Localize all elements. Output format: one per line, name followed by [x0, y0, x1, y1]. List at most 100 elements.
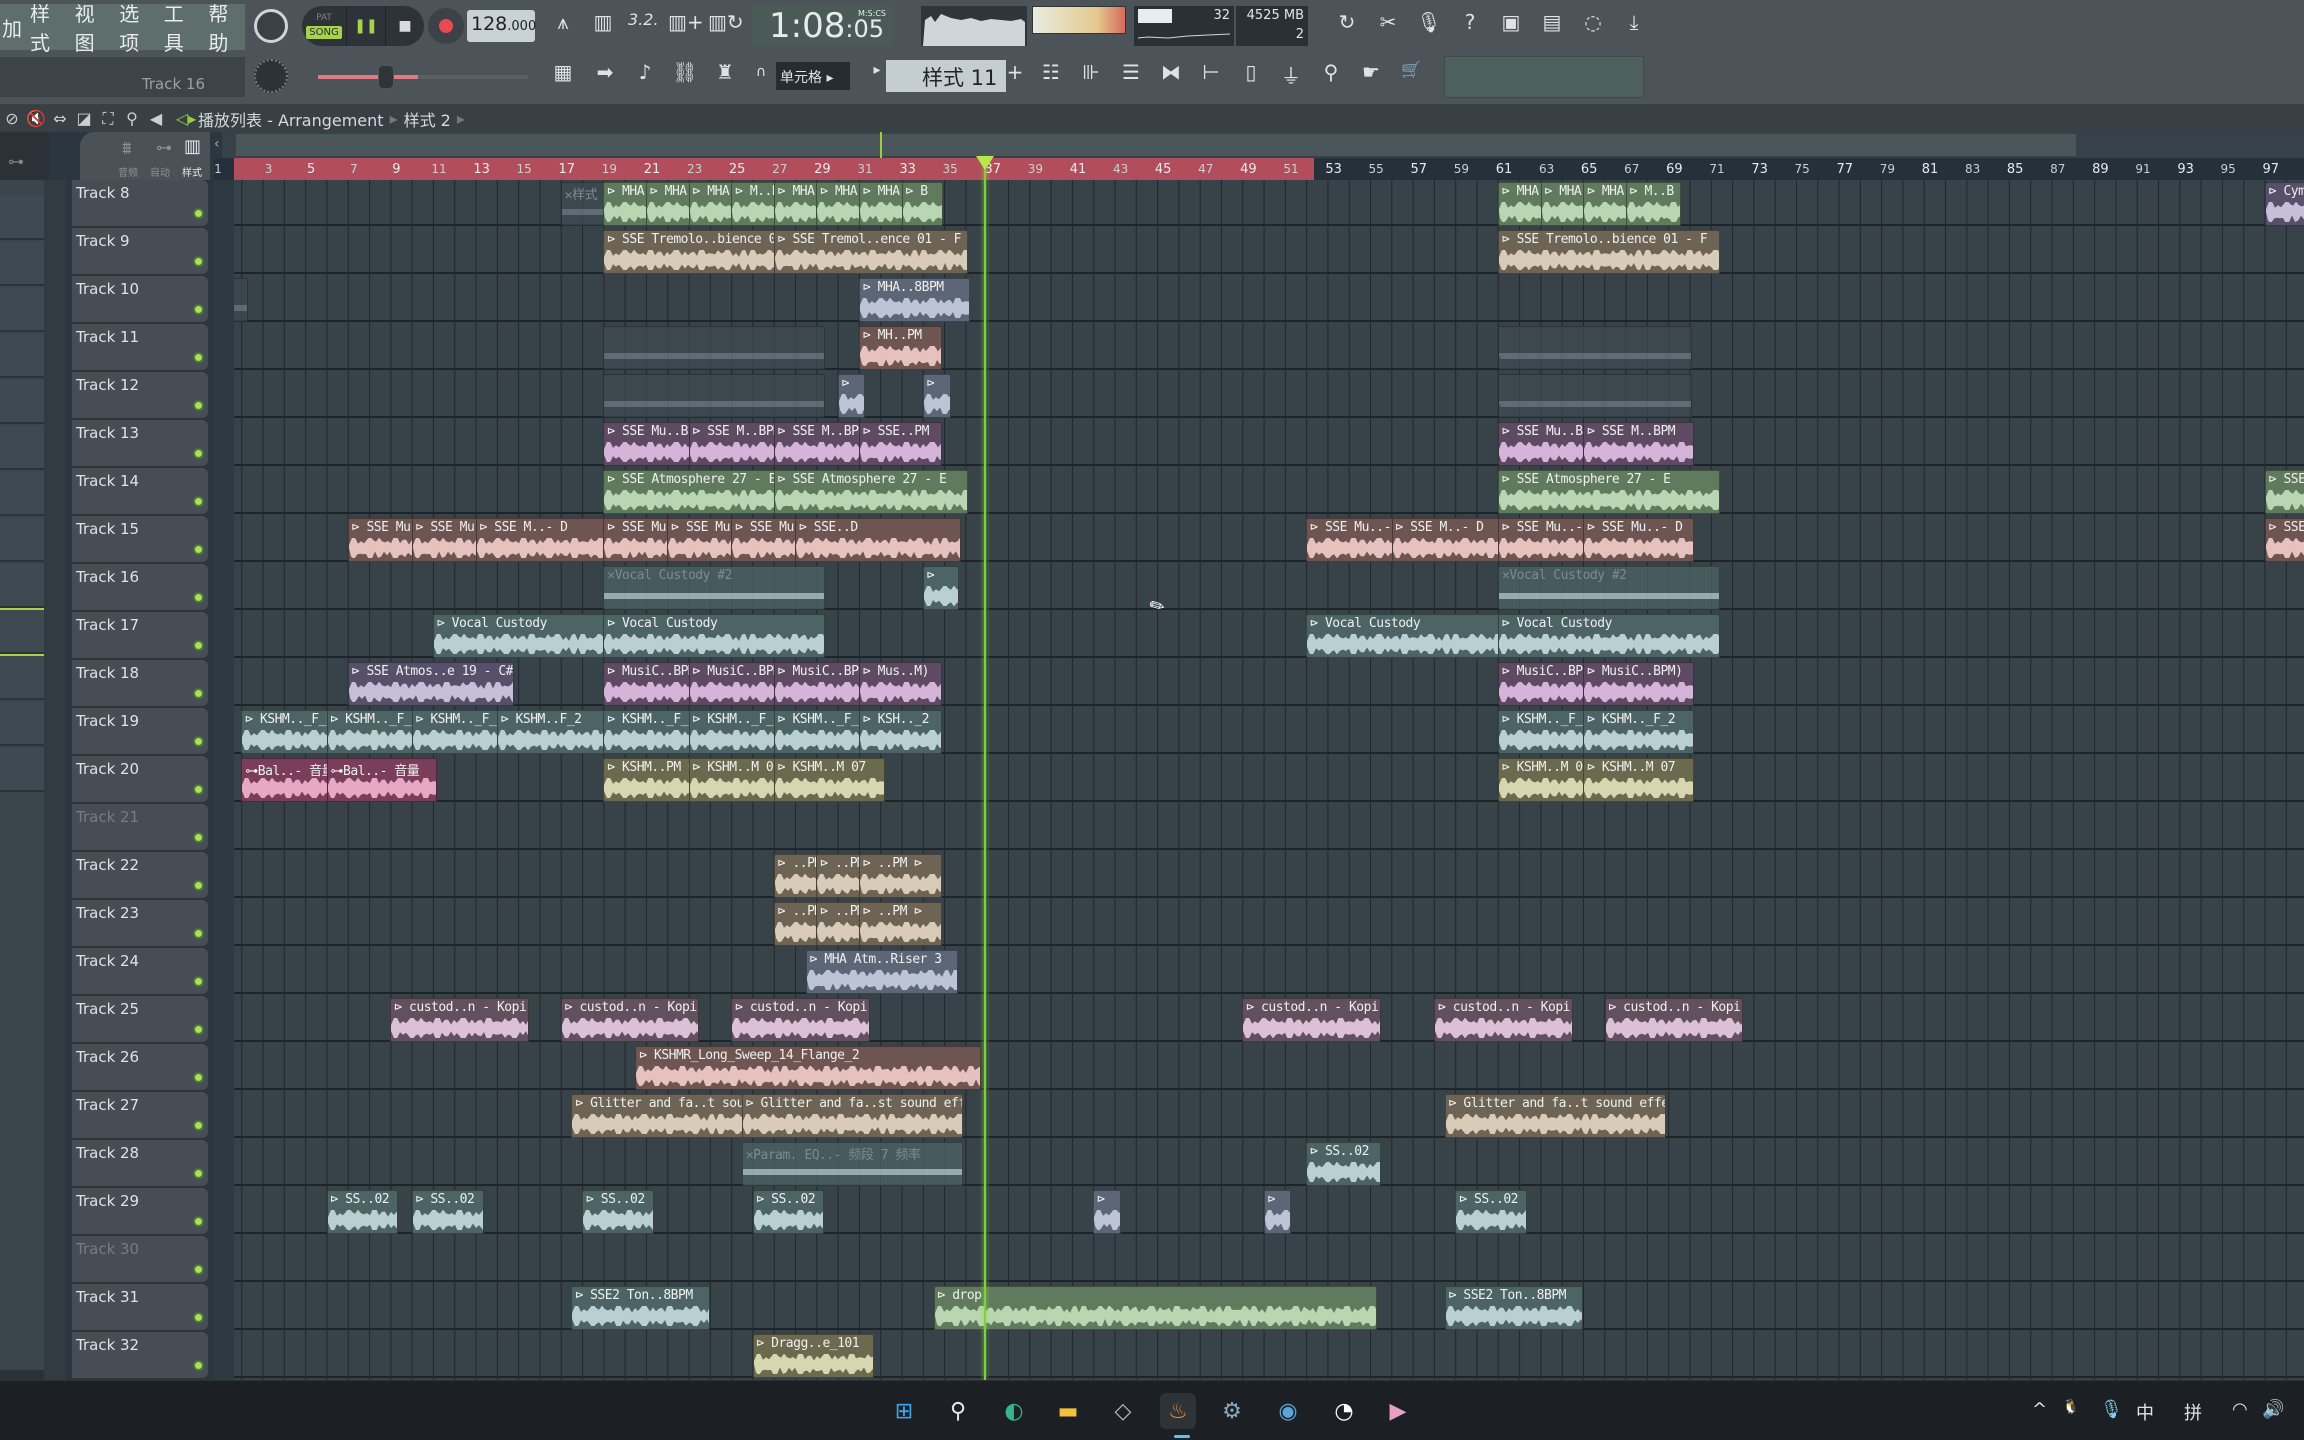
track-header[interactable]: Track 25: [72, 996, 208, 1043]
track-name[interactable]: Track 20: [76, 760, 139, 778]
track-header[interactable]: Track 32: [72, 1332, 208, 1379]
playlist-crumb[interactable]: 样式 2: [404, 107, 451, 131]
piano-roll-icon[interactable]: ▦: [548, 60, 578, 84]
clip[interactable]: ⊳ custod..n - Kopi: [1242, 998, 1381, 1042]
track-name[interactable]: Track 9: [76, 232, 130, 250]
track-header[interactable]: Track 13: [72, 420, 208, 467]
windows-start-icon[interactable]: ⊞: [886, 1393, 922, 1429]
track-name[interactable]: Track 14: [76, 472, 139, 490]
pattern-clip-icon[interactable]: ▥: [184, 136, 201, 157]
clip[interactable]: ✕Param. EQ..- 频段 7 频率: [741, 1142, 964, 1186]
track-header[interactable]: Track 18: [72, 660, 208, 707]
clip[interactable]: ⊳ MusiC..BPM): [1583, 662, 1694, 706]
clip[interactable]: [603, 326, 825, 370]
link-icon[interactable]: ⛓: [670, 60, 700, 84]
step-icon[interactable]: ♪: [630, 60, 660, 84]
track-header[interactable]: Track 19: [72, 708, 208, 755]
track-name[interactable]: Track 8: [76, 184, 130, 202]
track-mute-led[interactable]: [193, 1360, 204, 1371]
clip[interactable]: ⊳ ..PM ⊳: [859, 854, 943, 898]
pattern-thumbnail[interactable]: [0, 564, 44, 608]
clip[interactable]: ⊳ Dragg..e_101: [752, 1334, 875, 1378]
track-mute-led[interactable]: [193, 640, 204, 651]
clip[interactable]: ⊳ SS..02: [752, 1190, 825, 1234]
track-mute-led[interactable]: [193, 352, 204, 363]
pattern-thumbnail[interactable]: [0, 334, 44, 378]
track-mute-led[interactable]: [193, 592, 204, 603]
ime-pinyin-indicator[interactable]: 拼: [2184, 1399, 2202, 1425]
step-edit-icon[interactable]: ▥+: [668, 10, 704, 34]
countdown-icon[interactable]: 3.2.: [628, 10, 659, 29]
master-volume-knob[interactable]: [254, 9, 288, 43]
add-pattern-icon[interactable]: +: [1000, 60, 1030, 84]
clip[interactable]: [603, 374, 825, 418]
menu-view[interactable]: 视图: [75, 0, 112, 56]
menu-options[interactable]: 选项: [119, 0, 156, 56]
playback-icon[interactable]: ◀: [144, 109, 168, 128]
track-name[interactable]: Track 21: [76, 808, 139, 826]
render-icon[interactable]: ▤: [1537, 10, 1567, 34]
clip[interactable]: ⊳ SSE Atmosphere 27 - E: [773, 470, 968, 514]
record-button[interactable]: [428, 8, 464, 44]
track-name[interactable]: Track 32: [76, 1336, 139, 1354]
master-pitch-knob[interactable]: [254, 59, 288, 93]
magnet-icon[interactable]: ∩: [746, 64, 776, 80]
clip[interactable]: ⊳ SSE..PM: [859, 422, 943, 466]
edge-icon[interactable]: ◐: [996, 1393, 1032, 1429]
track-header[interactable]: Track 17: [72, 612, 208, 659]
obs-icon[interactable]: ◔: [1326, 1393, 1362, 1429]
clip[interactable]: ⊳ SSE2 Ton..8BPM: [1444, 1286, 1584, 1330]
slice-icon[interactable]: ◪: [72, 109, 96, 128]
clip[interactable]: ⊳ SS..02: [1455, 1190, 1528, 1234]
clip[interactable]: ⊳ Cymat: [2264, 182, 2304, 226]
clip[interactable]: ⊳: [837, 374, 866, 418]
pattern-thumbnail[interactable]: [0, 518, 44, 562]
clip[interactable]: ⊳ SSE M..- D: [475, 518, 615, 562]
clip[interactable]: ⊳ B: [901, 182, 944, 226]
track-header[interactable]: Track 9: [72, 228, 208, 275]
search-icon[interactable]: ⚲: [940, 1393, 976, 1429]
track-header[interactable]: Track 15: [72, 516, 208, 563]
shop-icon[interactable]: 🛒: [1396, 60, 1426, 79]
track-mute-led[interactable]: [193, 1312, 204, 1323]
help-icon[interactable]: ?: [1455, 10, 1485, 34]
timeline-ruler[interactable]: 1 3 5 7 9 11 13 15 17 19 21 23 25 27 29 31 33 35 37 39 41 43…: [214, 158, 2304, 180]
clip[interactable]: ⊳ SS..02: [1306, 1142, 1382, 1186]
download-icon[interactable]: ⤓: [1619, 10, 1649, 34]
track-header[interactable]: Track 14: [72, 468, 208, 515]
mic-tray-icon[interactable]: 🎙: [2100, 1399, 2123, 1420]
clip[interactable]: ⊳ SS..02: [582, 1190, 655, 1234]
clip[interactable]: ⊳ ..PM ⊳: [859, 902, 943, 946]
track-name[interactable]: Track 29: [76, 1192, 139, 1210]
track-header[interactable]: Track 27: [72, 1092, 208, 1139]
speaker-icon[interactable]: ◁▸: [174, 109, 198, 128]
track-mute-led[interactable]: [193, 208, 204, 219]
track-mute-led[interactable]: [193, 448, 204, 459]
clip[interactable]: ⊳ Glitter and fa..t sound effect: [1444, 1094, 1667, 1138]
track-name[interactable]: Track 26: [76, 1048, 139, 1066]
track-mute-led[interactable]: [193, 496, 204, 507]
track-mute-led[interactable]: [193, 880, 204, 891]
pat-song-toggle[interactable]: PAT SONG: [302, 6, 346, 46]
pattern-thumbnail[interactable]: [0, 380, 44, 424]
clip[interactable]: ⊳ SSE M..- D: [1391, 518, 1503, 562]
clip[interactable]: ⊳ drop: [933, 1286, 1377, 1330]
track-header[interactable]: Track 22: [72, 852, 208, 899]
menu-pattern[interactable]: 样式: [30, 0, 67, 56]
track-mute-led[interactable]: [193, 832, 204, 843]
song-time-display[interactable]: M:S:CS 1:08:05: [752, 6, 892, 46]
picker-scrollbar[interactable]: [44, 180, 66, 1380]
clip[interactable]: ⊳ KSH.._2: [859, 710, 943, 754]
clip[interactable]: ⊳ SSE M..BPM: [1583, 422, 1694, 466]
microphone-icon[interactable]: 🎙: [1414, 10, 1444, 34]
clip[interactable]: [1498, 374, 1692, 418]
clip[interactable]: ⊳: [922, 566, 959, 610]
track-mute-led[interactable]: [193, 1024, 204, 1035]
track-mute-led[interactable]: [193, 1168, 204, 1179]
stamp-icon[interactable]: ♜: [710, 60, 740, 84]
wait-for-input-icon[interactable]: ▥: [588, 10, 618, 34]
track-name[interactable]: Track 28: [76, 1144, 139, 1162]
track-header[interactable]: Track 29: [72, 1188, 208, 1235]
pattern-thumbnail[interactable]: [0, 702, 44, 746]
track-header[interactable]: Track 23: [72, 900, 208, 947]
